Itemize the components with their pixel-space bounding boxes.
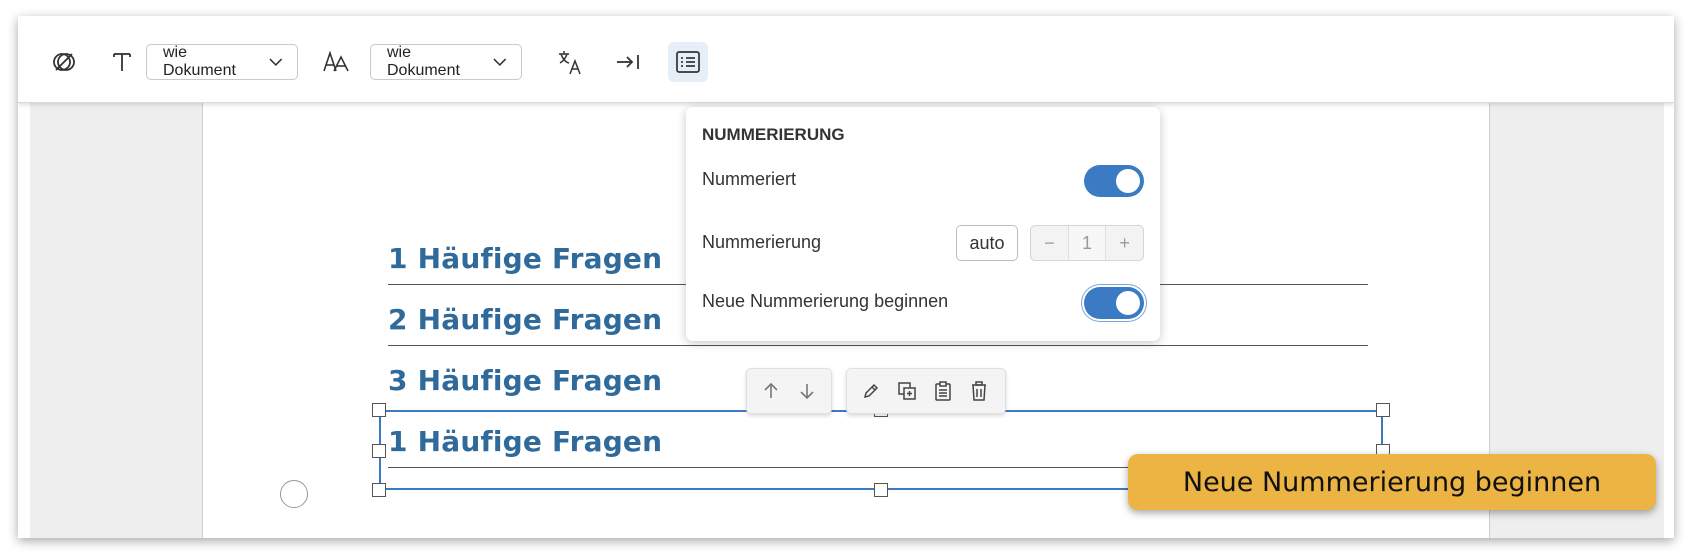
move-toolbar <box>746 368 832 414</box>
chevron-down-icon <box>269 58 283 67</box>
translate-icon[interactable] <box>552 44 588 80</box>
arrow-down-icon[interactable] <box>789 373 825 409</box>
no-style-icon[interactable] <box>46 44 82 80</box>
resize-handle[interactable] <box>372 403 386 417</box>
numbering-label: Nummerierung <box>702 232 822 252</box>
clipboard-icon[interactable] <box>925 373 961 409</box>
numbered-label: Nummeriert <box>702 169 797 189</box>
callout-tooltip: Neue Nummerierung beginnen <box>1128 454 1656 510</box>
text-icon[interactable] <box>104 44 140 80</box>
pencil-icon[interactable] <box>853 373 889 409</box>
heading-3[interactable]: 3 Häufige Fragen <box>388 364 662 397</box>
numbered-list-icon[interactable] <box>668 42 708 82</box>
indent-icon[interactable] <box>610 44 646 80</box>
font-style-select[interactable]: wie Dokument <box>370 44 522 80</box>
toggle-knob <box>1116 169 1140 193</box>
restart-numbering-label: Neue Nummerierung beginnen <box>702 291 949 311</box>
heading-underline <box>388 345 1368 346</box>
font-size-select-value: wie Dokument <box>163 44 236 79</box>
font-style-select-value: wie Dokument <box>387 44 460 79</box>
increment-button[interactable]: + <box>1106 226 1143 260</box>
format-toolbar: wie Dokument wie Dokument <box>18 16 1674 103</box>
resize-handle[interactable] <box>372 483 386 497</box>
font-size-select[interactable]: wie Dokument <box>146 44 298 80</box>
auto-button[interactable]: auto <box>956 225 1018 261</box>
duplicate-icon[interactable] <box>889 373 925 409</box>
numbering-popover: NUMMERIERUNG Nummeriert Nummerierung aut… <box>686 107 1160 341</box>
popover-title: NUMMERIERUNG <box>702 125 845 144</box>
resize-handle[interactable] <box>874 483 888 497</box>
toggle-knob <box>1116 291 1140 315</box>
start-number-stepper: − 1 + <box>1030 225 1144 261</box>
arrow-up-icon[interactable] <box>753 373 789 409</box>
radio-circle[interactable] <box>280 480 308 508</box>
start-number-value[interactable]: 1 <box>1067 226 1107 260</box>
block-actions-toolbar <box>846 368 1006 414</box>
decrement-button[interactable]: − <box>1031 226 1068 260</box>
numbered-toggle[interactable] <box>1084 165 1144 197</box>
restart-numbering-toggle[interactable] <box>1084 287 1144 319</box>
heading-1[interactable]: 1 Häufige Fragen <box>388 242 662 275</box>
resize-handle[interactable] <box>1376 403 1390 417</box>
chevron-down-icon <box>493 58 507 67</box>
font-size-icon[interactable] <box>318 44 354 80</box>
resize-handle[interactable] <box>372 444 386 458</box>
heading-2[interactable]: 2 Häufige Fragen <box>388 303 662 336</box>
trash-icon[interactable] <box>961 373 997 409</box>
